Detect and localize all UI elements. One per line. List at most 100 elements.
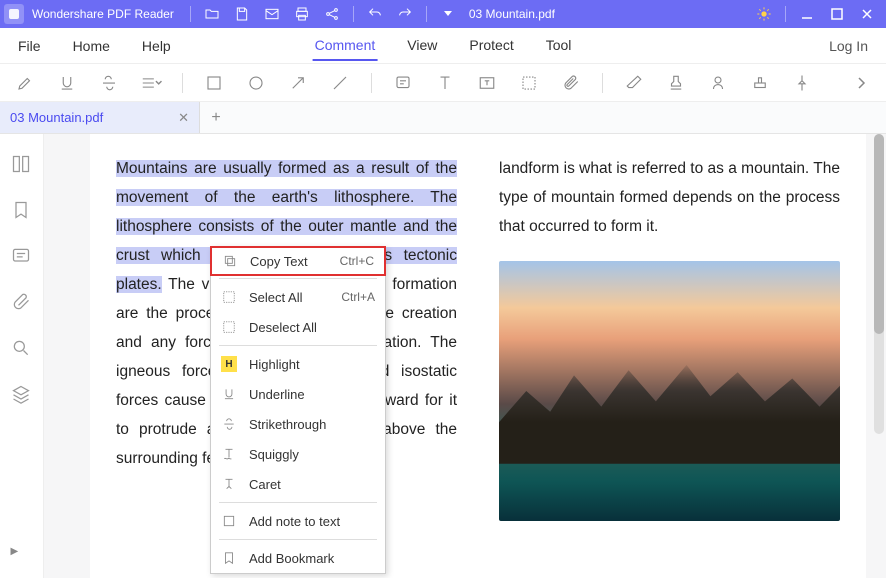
mountain-image — [499, 261, 840, 521]
document-title: 03 Mountain.pdf — [469, 7, 555, 21]
open-folder-icon[interactable] — [197, 0, 227, 28]
menu-bar: File Home Help Comment View Protect Tool… — [0, 28, 886, 64]
ctx-add-note[interactable]: Add note to text — [211, 506, 385, 536]
ctx-label: Select All — [249, 290, 302, 305]
divider — [219, 278, 377, 279]
menu-view[interactable]: View — [405, 31, 439, 61]
ctx-label: Add note to text — [249, 514, 340, 529]
document-viewport[interactable]: Mountains are usually formed as a result… — [44, 134, 886, 578]
tab-label: 03 Mountain.pdf — [10, 110, 103, 125]
title-bar: Wondershare PDF Reader 03 Mountain.pdf — [0, 0, 886, 28]
ctx-label: Deselect All — [249, 320, 317, 335]
arrow-tool-icon[interactable] — [287, 72, 309, 94]
bookmarks-icon[interactable] — [11, 200, 33, 222]
strikethrough-tool-icon[interactable] — [98, 72, 120, 94]
underline-tool-icon[interactable] — [56, 72, 78, 94]
text-column-2: landform is what is referred to as a mou… — [499, 154, 840, 558]
divider — [371, 73, 372, 93]
divider — [602, 73, 603, 93]
search-icon[interactable] — [11, 338, 33, 360]
ctx-label: Strikethrough — [249, 417, 326, 432]
maximize-button[interactable] — [822, 0, 852, 28]
caret-icon — [221, 476, 237, 492]
tab-document[interactable]: 03 Mountain.pdf ✕ — [0, 102, 200, 133]
highlight-tool-icon[interactable] — [14, 72, 36, 94]
menu-tool[interactable]: Tool — [544, 31, 574, 61]
close-button[interactable] — [852, 0, 882, 28]
ctx-underline[interactable]: Underline — [211, 379, 385, 409]
layers-icon[interactable] — [11, 384, 33, 406]
body-text[interactable]: landform is what is referred to as a mou… — [499, 160, 840, 235]
minimize-button[interactable] — [792, 0, 822, 28]
divider — [182, 73, 183, 93]
menu-home[interactable]: Home — [71, 32, 112, 60]
ctx-label: Add Bookmark — [249, 551, 334, 566]
textbox-tool-icon[interactable] — [476, 72, 498, 94]
text-tool-icon[interactable] — [434, 72, 456, 94]
select-all-icon — [221, 289, 237, 305]
divider — [426, 6, 427, 22]
theme-icon[interactable] — [749, 0, 779, 28]
ctx-strikethrough[interactable]: Strikethrough — [211, 409, 385, 439]
list-tool-icon[interactable] — [140, 72, 162, 94]
ctx-copy-text[interactable]: Copy Text Ctrl+C — [210, 246, 386, 276]
deselect-icon — [221, 319, 237, 335]
scrollbar-thumb[interactable] — [874, 134, 884, 334]
tab-close-icon[interactable]: ✕ — [178, 110, 189, 126]
toolbar-more-icon[interactable] — [850, 72, 872, 94]
circle-tool-icon[interactable] — [245, 72, 267, 94]
bookmark-icon — [221, 550, 237, 566]
context-menu: Copy Text Ctrl+C Select All Ctrl+A Desel… — [210, 246, 386, 574]
divider — [785, 6, 786, 22]
ctx-label: Squiggly — [249, 447, 299, 462]
menu-comment[interactable]: Comment — [313, 31, 378, 61]
signature-tool-icon[interactable] — [707, 72, 729, 94]
stamp-tool-icon[interactable] — [665, 72, 687, 94]
comments-panel-icon[interactable] — [11, 246, 33, 268]
tab-add-button[interactable]: + — [200, 102, 232, 133]
share-icon[interactable] — [317, 0, 347, 28]
vertical-scrollbar[interactable] — [874, 134, 884, 434]
stamp2-tool-icon[interactable] — [749, 72, 771, 94]
undo-icon[interactable] — [360, 0, 390, 28]
login-link[interactable]: Log In — [829, 38, 868, 54]
ctx-select-all[interactable]: Select All Ctrl+A — [211, 282, 385, 312]
ctx-add-bookmark[interactable]: Add Bookmark — [211, 543, 385, 573]
ctx-squiggly[interactable]: Squiggly — [211, 439, 385, 469]
note-tool-icon[interactable] — [392, 72, 414, 94]
save-icon[interactable] — [227, 0, 257, 28]
page-content: Mountains are usually formed as a result… — [90, 134, 866, 578]
rectangle-tool-icon[interactable] — [203, 72, 225, 94]
ctx-label: Copy Text — [250, 254, 308, 269]
pin-tool-icon[interactable] — [791, 72, 813, 94]
ctx-shortcut: Ctrl+A — [341, 290, 375, 304]
copy-icon — [222, 253, 238, 269]
mail-icon[interactable] — [257, 0, 287, 28]
dropdown-icon[interactable] — [433, 0, 463, 28]
redo-icon[interactable] — [390, 0, 420, 28]
menu-protect[interactable]: Protect — [467, 31, 515, 61]
ctx-deselect-all[interactable]: Deselect All — [211, 312, 385, 342]
print-icon[interactable] — [287, 0, 317, 28]
divider — [219, 345, 377, 346]
ctx-caret[interactable]: Caret — [211, 469, 385, 499]
expand-sidebar-icon[interactable]: ▶ — [11, 546, 33, 568]
line-tool-icon[interactable] — [329, 72, 351, 94]
divider — [219, 539, 377, 540]
eraser-tool-icon[interactable] — [623, 72, 645, 94]
highlight-icon: H — [221, 356, 237, 372]
attachments-panel-icon[interactable] — [11, 292, 33, 314]
app-logo-icon — [4, 4, 24, 24]
divider — [190, 6, 191, 22]
menu-help[interactable]: Help — [140, 32, 173, 60]
ctx-shortcut: Ctrl+C — [340, 254, 374, 268]
thumbnails-icon[interactable] — [11, 154, 33, 176]
ctx-highlight[interactable]: H Highlight — [211, 349, 385, 379]
area-highlight-icon[interactable] — [518, 72, 540, 94]
attachment-tool-icon[interactable] — [560, 72, 582, 94]
document-tabs: 03 Mountain.pdf ✕ + — [0, 102, 886, 134]
divider — [353, 6, 354, 22]
squiggly-icon — [221, 446, 237, 462]
menu-file[interactable]: File — [16, 32, 43, 60]
ctx-label: Underline — [249, 387, 305, 402]
